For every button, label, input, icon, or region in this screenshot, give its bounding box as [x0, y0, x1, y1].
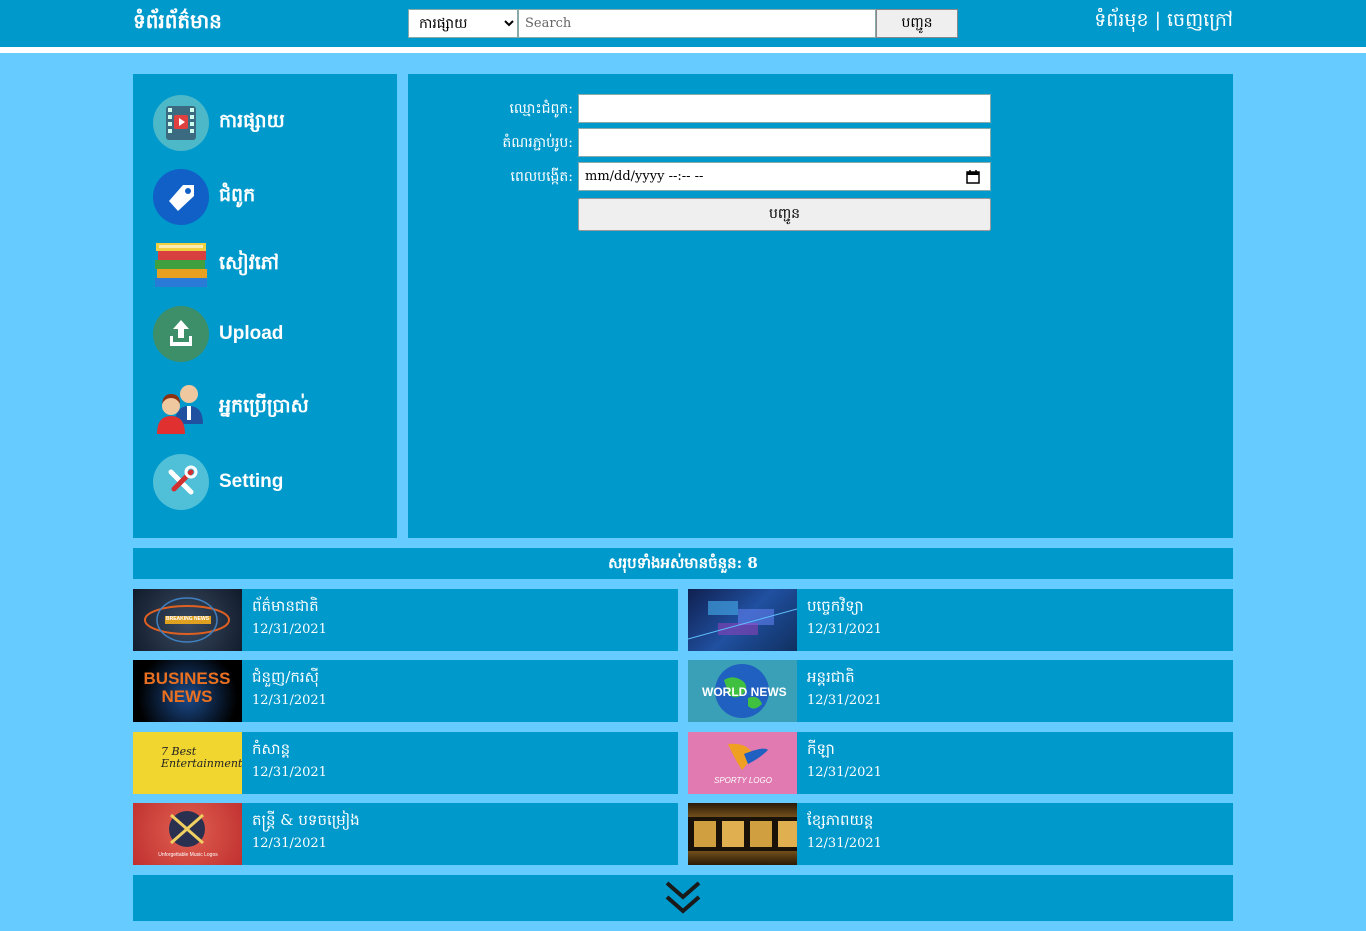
post-date: 12/31/2021	[807, 836, 882, 851]
post-thumbnail: BREAKING NEWS	[133, 589, 242, 651]
category-select[interactable]: ការផ្សាយ	[408, 9, 518, 38]
books-icon	[153, 237, 209, 293]
category-form: ឈ្មោះជំពូក: តំណរភ្ជាប់រូប: ពេលបង្កើត: mm…	[408, 74, 1233, 538]
thumb-text: WORLD NEWS	[702, 685, 787, 699]
site-brand[interactable]: ទំព័រព័ត៌មាន	[133, 8, 222, 38]
menu-label-users: អ្នកប្រើប្រាស់	[219, 396, 309, 417]
tools-icon	[153, 454, 209, 510]
menu-item-users[interactable]: អ្នកប្រើប្រាស់	[153, 379, 309, 437]
side-menu: ការផ្សាយ ជំពូក សៀវភៅ Upload អ្នកប្រើប្រា…	[133, 74, 397, 538]
upload-icon	[153, 306, 209, 362]
created-date-field[interactable]: mm/dd/yyyy --:-- --	[578, 162, 991, 191]
post-date: 12/31/2021	[807, 765, 882, 780]
post-thumbnail: 7 Best Entertainment	[133, 732, 242, 794]
thumb-text: Unforgettable Music Logos	[158, 852, 218, 858]
post-date: 12/31/2021	[252, 622, 327, 637]
post-thumbnail: WORLD NEWS	[688, 660, 797, 722]
header-links: ទំព័រមុខ | ចេញក្រៅ	[1094, 8, 1233, 36]
post-thumbnail: Unforgettable Music Logos	[133, 803, 242, 865]
name-label: ឈ្មោះជំពូក:	[509, 101, 573, 117]
form-row-date: ពេលបង្កើត: mm/dd/yyyy --:-- --	[408, 162, 1233, 191]
menu-item-setting[interactable]: Setting	[153, 453, 283, 511]
search-button[interactable]: បញ្ជូន	[876, 9, 958, 38]
post-title: បច្ចេកវិទ្យា	[807, 597, 864, 615]
submit-button[interactable]: បញ្ជូន	[578, 198, 991, 231]
post-title: កំសាន្ត	[252, 740, 291, 758]
date-placeholder: mm/dd/yyyy --:-- --	[585, 169, 704, 184]
menu-label-broadcast: ការផ្សាយ	[219, 111, 285, 132]
menu-label-books: សៀវភៅ	[219, 253, 279, 274]
form-row-name: ឈ្មោះជំពូក:	[408, 94, 1233, 123]
search-input[interactable]	[518, 9, 876, 38]
users-icon	[153, 380, 209, 436]
post-thumbnail	[688, 803, 797, 865]
tag-icon	[153, 169, 209, 225]
name-field[interactable]	[578, 94, 991, 123]
home-link[interactable]: ទំព័រមុខ	[1094, 9, 1148, 31]
post-item[interactable]: BREAKING NEWS ព័ត៌មានជាតិ 12/31/2021	[133, 589, 678, 651]
post-title: អន្តរជាតិ	[807, 668, 855, 686]
post-title: កីឡា	[807, 740, 835, 758]
post-date: 12/31/2021	[252, 765, 327, 780]
menu-label-setting: Setting	[219, 471, 284, 492]
video-icon	[153, 95, 209, 151]
post-date: 12/31/2021	[252, 836, 327, 851]
logout-link[interactable]: ចេញក្រៅ	[1167, 9, 1233, 31]
thumb-text: BREAKING NEWS	[166, 616, 210, 622]
menu-item-upload[interactable]: Upload	[153, 305, 283, 363]
thumb-text: 7 Best Entertainment	[161, 745, 242, 770]
post-item[interactable]: ខ្សែភាពយន្ត 12/31/2021	[688, 803, 1233, 865]
menu-item-broadcast[interactable]: ការផ្សាយ	[153, 94, 285, 152]
post-thumbnail	[688, 589, 797, 651]
menu-item-books[interactable]: សៀវភៅ	[153, 236, 279, 294]
post-title: តន្ត្រី & បទចម្រៀង	[252, 811, 360, 829]
created-date-label: ពេលបង្កើត:	[510, 169, 573, 185]
post-item[interactable]: SPORTY LOGO កីឡា 12/31/2021	[688, 732, 1233, 794]
thumb-text: SPORTY LOGO	[714, 776, 772, 785]
post-title: ព័ត៌មានជាតិ	[252, 597, 319, 615]
post-thumbnail: SPORTY LOGO	[688, 732, 797, 794]
menu-label-upload: Upload	[219, 323, 284, 344]
post-date: 12/31/2021	[807, 693, 882, 708]
image-link-field[interactable]	[578, 128, 991, 157]
post-item[interactable]: WORLD NEWS អន្តរជាតិ 12/31/2021	[688, 660, 1233, 722]
post-item[interactable]: BUSINESS NEWS ជំនួញ/ករស៊ី 12/31/2021	[133, 660, 678, 722]
double-chevron-down-icon	[665, 881, 701, 914]
post-item[interactable]: 7 Best Entertainment កំសាន្ត 12/31/2021	[133, 732, 678, 794]
post-item[interactable]: បច្ចេកវិទ្យា 12/31/2021	[688, 589, 1233, 651]
thumb-text: BUSINESS NEWS	[143, 669, 231, 706]
post-item[interactable]: Unforgettable Music Logos តន្ត្រី & បទចម…	[133, 803, 678, 865]
post-title: ជំនួញ/ករស៊ី	[252, 668, 319, 686]
post-thumbnail: BUSINESS NEWS	[133, 660, 242, 722]
header-divider	[0, 47, 1366, 53]
link-separator: |	[1154, 9, 1161, 31]
post-date: 12/31/2021	[252, 693, 327, 708]
load-more-button[interactable]	[133, 875, 1233, 921]
form-row-image: តំណរភ្ជាប់រូប:	[408, 128, 1233, 157]
calendar-icon[interactable]	[966, 169, 980, 184]
post-title: ខ្សែភាពយន្ត	[807, 811, 874, 829]
post-date: 12/31/2021	[807, 622, 882, 637]
total-count-bar: សរុបទាំងអស់មានចំនួន: 8	[133, 548, 1233, 579]
menu-item-category[interactable]: ជំពូក	[153, 168, 255, 226]
top-header: ទំព័រព័ត៌មាន ការផ្សាយ បញ្ជូន ទំព័រមុខ | …	[0, 0, 1366, 47]
image-link-label: តំណរភ្ជាប់រូប:	[502, 135, 573, 151]
menu-label-category: ជំពូក	[219, 185, 256, 206]
